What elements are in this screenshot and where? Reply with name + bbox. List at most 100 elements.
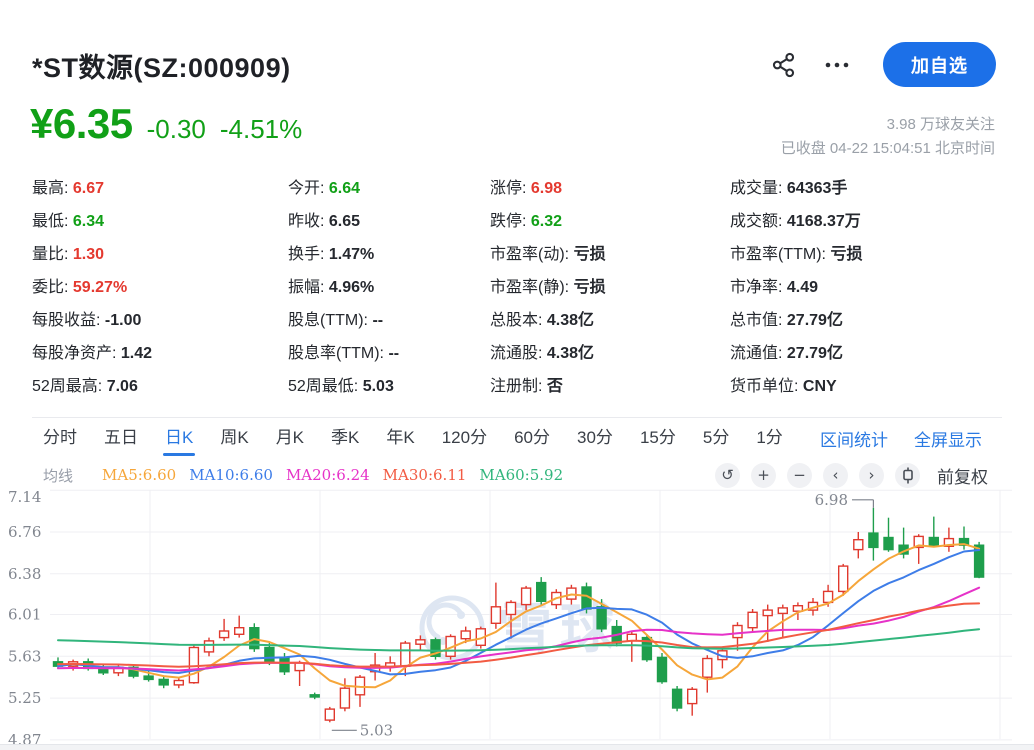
candle-body — [461, 631, 470, 639]
header-actions: 加自选 — [769, 42, 996, 87]
stat-市净率: 市净率: 4.49 — [730, 271, 1007, 304]
candle-body — [537, 583, 546, 602]
candle-body — [174, 681, 183, 685]
stat-注册制: 注册制: 否 — [490, 370, 730, 403]
candle-body — [658, 657, 667, 681]
tab-五日[interactable]: 五日 — [104, 418, 138, 458]
stat-涨停: 涨停: 6.98 — [490, 172, 730, 205]
link-区间统计[interactable]: 区间统计 — [820, 426, 888, 451]
candle-body — [778, 608, 787, 614]
candle-body — [159, 679, 168, 685]
candle-body — [507, 602, 516, 614]
stat-每股净资产: 每股净资产: 1.42 — [32, 337, 288, 370]
ma-label: MA30:6.11 — [383, 466, 467, 484]
tab-年K[interactable]: 年K — [386, 418, 414, 458]
stat-振幅: 振幅: 4.96% — [288, 271, 490, 304]
kline-chart[interactable]: 7.146.766.386.015.635.254.87雪球6.985.03 — [0, 488, 1034, 744]
candle-body — [597, 607, 606, 629]
candle-body — [310, 695, 319, 697]
candle-body — [235, 628, 244, 635]
chart-controls: ↺ + − ‹ › 前复权 — [715, 463, 1002, 488]
share-icon[interactable] — [769, 51, 797, 79]
undo-icon[interactable]: ↺ — [715, 463, 740, 488]
followers-count: 3.98 万球友关注 — [781, 113, 995, 137]
stock-detail-page: *ST数源(SZ:000909) 加自选 ¥6.35 -0.30 -4.51% … — [0, 0, 1034, 750]
tab-5分[interactable]: 5分 — [703, 418, 729, 458]
tab-分时[interactable]: 分时 — [43, 418, 77, 458]
stat-最高: 最高: 6.67 — [32, 172, 288, 205]
stat-量比: 量比: 1.30 — [32, 238, 288, 271]
tab-季K[interactable]: 季K — [331, 418, 359, 458]
ma-label: MA20:6.24 — [286, 466, 370, 484]
candle-body — [748, 612, 757, 627]
tab-月K[interactable]: 月K — [276, 418, 304, 458]
y-axis-label: 6.76 — [8, 523, 41, 541]
chart-links: 区间统计 全屏显示 — [820, 426, 1002, 451]
ma-label: MA10:6.60 — [189, 466, 273, 484]
pan-right-icon[interactable]: › — [859, 463, 884, 488]
stat-流通值: 流通值: 27.79亿 — [730, 337, 1007, 370]
period-tabbar: 分时五日日K 周K 月K 季K 年K 120分 60分 30分 15分 5分 1分 区间统计 全屏显示 — [32, 417, 1002, 458]
candle-body — [854, 540, 863, 550]
candle-body — [703, 659, 712, 678]
ma-values: MA5:6.60MA10:6.60MA20:6.24MA30:6.11MA60:… — [102, 466, 563, 484]
candle-body — [220, 631, 229, 638]
candle-body — [869, 533, 878, 547]
stat-股息率(TTM): 股息率(TTM): -- — [288, 337, 490, 370]
candle-body — [401, 643, 410, 666]
y-axis-label: 5.63 — [8, 647, 41, 665]
candle-body — [491, 607, 500, 624]
stat-换手: 换手: 1.47% — [288, 238, 490, 271]
adjust-mode-toggle[interactable]: 前复权 — [937, 463, 988, 488]
stat-昨收: 昨收: 6.65 — [288, 205, 490, 238]
ma-bar: 均线 MA5:6.60MA10:6.60MA20:6.24MA30:6.11MA… — [32, 461, 1002, 489]
candle-body — [340, 688, 349, 708]
stat-货币单位: 货币单位: CNY — [730, 370, 1007, 403]
candle-body — [839, 566, 848, 591]
candle-body — [884, 538, 893, 550]
y-axis-label: 5.25 — [8, 689, 41, 707]
tab-日K[interactable]: 日K — [165, 418, 193, 458]
chart-scrollbar[interactable] — [0, 744, 1034, 750]
tab-60分[interactable]: 60分 — [514, 418, 550, 458]
quote-meta: 3.98 万球友关注 已收盘 04-22 15:04:51 北京时间 — [781, 113, 995, 161]
zoom-in-icon[interactable]: + — [751, 463, 776, 488]
add-watchlist-button[interactable]: 加自选 — [883, 42, 996, 87]
low-annotation: 5.03 — [360, 721, 393, 739]
high-annotation: 6.98 — [815, 491, 848, 509]
tab-周K[interactable]: 周K — [220, 418, 248, 458]
candle-body — [280, 657, 289, 671]
candle-body — [733, 626, 742, 638]
stat-成交量: 成交量: 64363手 — [730, 172, 1007, 205]
stock-title: *ST数源(SZ:000909) — [32, 46, 291, 85]
stat-跌停: 跌停: 6.32 — [490, 205, 730, 238]
period-tabs: 分时五日日K 周K 月K 季K 年K 120分 60分 30分 15分 5分 1分 — [32, 418, 783, 458]
stat-委比: 委比: 59.27% — [32, 271, 288, 304]
zoom-out-icon[interactable]: − — [787, 463, 812, 488]
candle-body — [325, 709, 334, 720]
candle-body — [416, 640, 425, 644]
pan-left-icon[interactable]: ‹ — [823, 463, 848, 488]
ma-bar-title: 均线 — [32, 465, 73, 486]
tab-120分[interactable]: 120分 — [442, 418, 487, 458]
more-icon[interactable] — [823, 51, 851, 79]
stat-成交额: 成交额: 4168.37万 — [730, 205, 1007, 238]
stat-总市值: 总市值: 27.79亿 — [730, 304, 1007, 337]
candle-body — [295, 663, 304, 671]
tab-1分[interactable]: 1分 — [756, 418, 782, 458]
market-status: 已收盘 04-22 15:04:51 北京时间 — [781, 137, 995, 161]
candle-body — [929, 538, 938, 547]
y-axis-label: 7.14 — [8, 488, 41, 506]
candle-body — [144, 676, 153, 679]
stat-今开: 今开: 6.64 — [288, 172, 490, 205]
stat-52周最低: 52周最低: 5.03 — [288, 370, 490, 403]
candlestick-style-icon[interactable] — [895, 463, 920, 488]
candle-body — [265, 648, 274, 662]
candle-body — [688, 689, 697, 703]
y-axis-label: 6.01 — [8, 606, 41, 624]
link-全屏显示[interactable]: 全屏显示 — [914, 426, 982, 451]
stat-股息(TTM): 股息(TTM): -- — [288, 304, 490, 337]
tab-30分[interactable]: 30分 — [577, 418, 613, 458]
current-price: ¥6.35 — [30, 100, 133, 148]
tab-15分[interactable]: 15分 — [640, 418, 676, 458]
